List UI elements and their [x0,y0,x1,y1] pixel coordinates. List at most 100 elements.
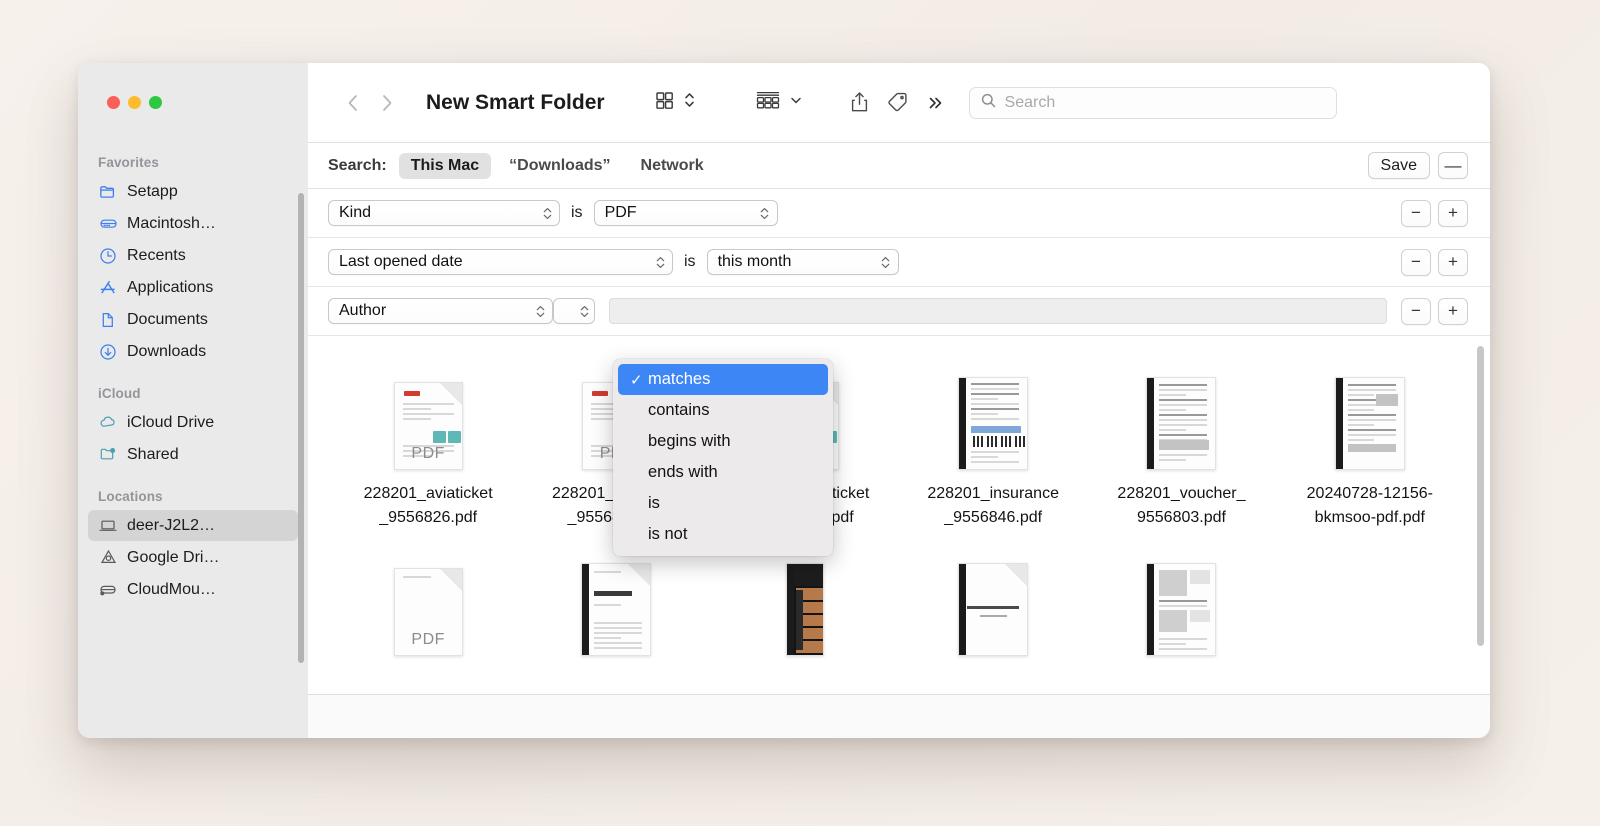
criteria-attribute-kind[interactable]: Kind [328,200,560,226]
remove-criteria-button[interactable]: − [1401,297,1431,325]
main-panel: New Smart Folder Search Search: This Mac… [308,63,1490,738]
overflow-button[interactable] [917,86,955,120]
chevron-up-down-icon [652,254,668,271]
scope-downloads[interactable]: “Downloads” [497,153,622,179]
add-criteria-button[interactable]: + [1438,199,1468,227]
search-scope-bar: Search: This Mac “Downloads” Network Sav… [308,143,1490,189]
back-button[interactable] [336,86,370,120]
file-item[interactable] [899,540,1087,668]
desktop-background: Favorites Setapp Macintosh… Recents Appl… [0,0,1600,826]
scope-network[interactable]: Network [629,153,716,179]
file-item[interactable]: PDF 228201_aviaticket_9556826.pdf [334,354,522,530]
menu-item-is[interactable]: is [618,488,828,519]
search-scope-label: Search: [328,156,387,174]
laptop-icon [98,516,118,536]
sidebar-item-recents[interactable]: Recents [88,240,298,271]
add-criteria-button[interactable]: + [1438,248,1468,276]
close-button[interactable] [107,96,120,109]
search-input[interactable]: Search [1005,94,1056,112]
download-icon [98,342,118,362]
save-button[interactable]: Save [1367,152,1430,179]
group-by-icon[interactable] [754,88,782,117]
status-bar [308,694,1490,738]
add-criteria-button[interactable]: + [1438,297,1468,325]
chevron-down-icon[interactable] [789,93,803,112]
criteria-attribute-author[interactable]: Author [328,298,553,324]
sidebar-item-icloud-drive[interactable]: iCloud Drive [88,407,298,438]
sidebar-item-label: Google Dri… [127,548,220,566]
sidebar-section-favorites: Favorites [98,155,159,170]
file-item[interactable] [711,540,899,668]
menu-item-label: is [648,494,660,512]
forward-button[interactable] [370,86,404,120]
file-item[interactable] [522,540,710,668]
sidebar-section-icloud: iCloud [98,386,141,401]
file-name: 228201_aviaticket_9556826.pdf [363,485,493,526]
sidebar-item-shared[interactable]: Shared [88,439,298,470]
operator-dropdown-menu[interactable]: ✓ matches contains begins with ends with… [613,359,833,556]
file-item[interactable]: 20240728-12156-bkmsoo-pdf.pdf [1276,354,1464,530]
sidebar-scrollbar[interactable] [298,193,304,663]
cloud-icon [98,413,118,433]
menu-item-contains[interactable]: contains [618,395,828,426]
sidebar-item-label: Shared [127,445,179,463]
clock-icon [98,246,118,266]
minimize-button[interactable] [128,96,141,109]
file-item[interactable]: PDF [334,540,522,668]
menu-item-ends-with[interactable]: ends with [618,457,828,488]
tag-button[interactable] [879,86,917,120]
menu-item-label: matches [648,370,711,388]
file-item[interactable]: 228201_insurance_9556846.pdf [899,354,1087,530]
sidebar-section-locations: Locations [98,489,163,504]
file-grid: PDF 228201_aviaticket_9556826.pdf 228201… [308,354,1490,668]
criteria-row: Last opened date is this month − + [308,238,1490,287]
chevron-up-down-icon[interactable] [683,89,696,116]
chevron-up-down-icon [878,254,894,271]
sidebar-item-setapp[interactable]: Setapp [88,176,298,207]
file-item[interactable]: 228201_voucher_9556803.pdf [1087,354,1275,530]
criteria-attribute-last-opened-date[interactable]: Last opened date [328,249,673,275]
search-field[interactable]: Search [968,86,1337,119]
sidebar-item-label: CloudMou… [127,580,216,598]
criteria-value-this-month[interactable]: this month [706,249,899,275]
menu-item-begins-with[interactable]: begins with [618,426,828,457]
sidebar-item-label: Documents [127,310,208,328]
close-search-button[interactable]: — [1438,152,1468,179]
sidebar-item-label: Downloads [127,342,207,360]
criteria-operator-popup[interactable] [553,298,595,324]
sidebar: Favorites Setapp Macintosh… Recents Appl… [78,63,308,738]
chevron-up-down-icon [576,303,592,320]
sidebar-item-downloads[interactable]: Downloads [88,336,298,367]
grid-view-icon[interactable] [653,89,676,117]
scope-this-mac[interactable]: This Mac [398,152,492,179]
criteria-value-pdf[interactable]: PDF [593,200,778,226]
sidebar-item-cloudmounter[interactable]: CloudMou… [88,574,298,605]
sidebar-item-macintosh[interactable]: Macintosh… [88,208,298,239]
checkmark-icon: ✓ [630,371,643,389]
criteria-row: Kind is PDF − + [308,189,1490,238]
menu-item-matches[interactable]: ✓ matches [618,364,828,395]
menu-item-label: contains [648,401,710,419]
file-thumbnail [753,552,857,656]
sidebar-item-deer-j2l2[interactable]: deer-J2L2… [88,510,298,541]
popup-label: PDF [604,204,637,221]
view-mode-control[interactable] [653,89,696,117]
criteria-text-input[interactable] [609,298,1387,324]
chevron-up-down-icon [539,205,555,222]
zoom-button[interactable] [149,96,162,109]
file-item[interactable] [1087,540,1275,668]
menu-item-is-not[interactable]: is not [618,519,828,550]
group-by-control[interactable] [754,88,803,117]
remove-criteria-button[interactable]: − [1401,248,1431,276]
sidebar-item-documents[interactable]: Documents [88,304,298,335]
share-button[interactable] [841,86,879,120]
content-scrollbar[interactable] [1477,346,1484,646]
popup-label: Last opened date [339,253,463,270]
sidebar-item-label: Recents [127,246,186,264]
file-name: 228201_insurance_9556846.pdf [927,485,1059,526]
remove-criteria-button[interactable]: − [1401,199,1431,227]
file-name: 228201_voucher_9556803.pdf [1117,485,1246,526]
sidebar-item-applications[interactable]: Applications [88,272,298,303]
sidebar-item-google-drive[interactable]: Google Dri… [88,542,298,573]
popup-label: this month [717,253,792,270]
